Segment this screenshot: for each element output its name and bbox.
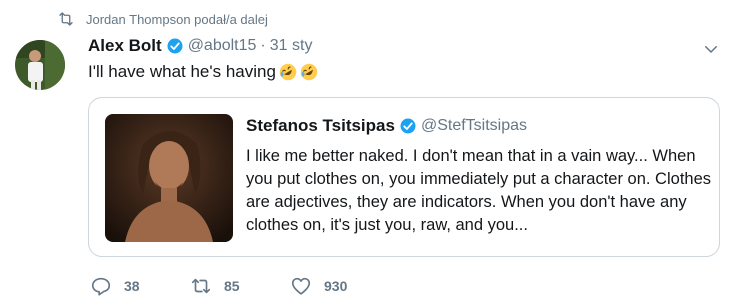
reply-count: 38	[124, 278, 140, 294]
reply-icon	[91, 277, 111, 296]
quoted-tweet-text: I like me better naked. I don't mean tha…	[246, 147, 712, 234]
tweet-text: I'll have what he's having	[88, 61, 318, 83]
rolling-on-floor-laughing-emoji	[300, 63, 318, 81]
heart-icon	[291, 277, 311, 295]
retweet-button[interactable]: 85	[190, 272, 240, 300]
retweet-icon	[191, 278, 211, 294]
retweet-context-label[interactable]: Jordan Thompson podał/a dalej	[86, 12, 268, 27]
quoted-tweet-card[interactable]: Stefanos Tsitsipas @StefTsitsipas I like…	[88, 97, 720, 257]
author-name[interactable]: Alex Bolt	[88, 36, 162, 56]
quoted-tweet-image[interactable]	[105, 114, 233, 242]
chevron-down-icon[interactable]	[702, 40, 720, 58]
author-handle[interactable]: @abolt15	[188, 37, 257, 55]
tweet-actions: 38 85 930	[90, 272, 390, 300]
quoted-author-handle: @StefTsitsipas	[420, 117, 528, 134]
quoted-tweet-header: Stefanos Tsitsipas @StefTsitsipas	[246, 115, 527, 137]
rolling-on-floor-laughing-emoji	[279, 63, 297, 81]
verified-badge-icon	[167, 38, 183, 54]
verified-badge-icon	[400, 118, 416, 134]
like-button[interactable]: 930	[290, 272, 347, 300]
retweet-count: 85	[224, 278, 240, 294]
separator-dot: ·	[260, 37, 266, 54]
tweet-header: Alex Bolt @abolt15 · 31 sty	[88, 35, 312, 57]
avatar[interactable]	[15, 40, 65, 90]
tweet-text-content: I'll have what he's having	[88, 62, 276, 81]
reply-button[interactable]: 38	[90, 272, 140, 300]
tweet-date[interactable]: 31 sty	[270, 37, 313, 55]
like-count: 930	[324, 278, 348, 294]
retweet-icon	[59, 12, 73, 26]
quoted-author-name: Stefanos Tsitsipas	[246, 116, 395, 135]
